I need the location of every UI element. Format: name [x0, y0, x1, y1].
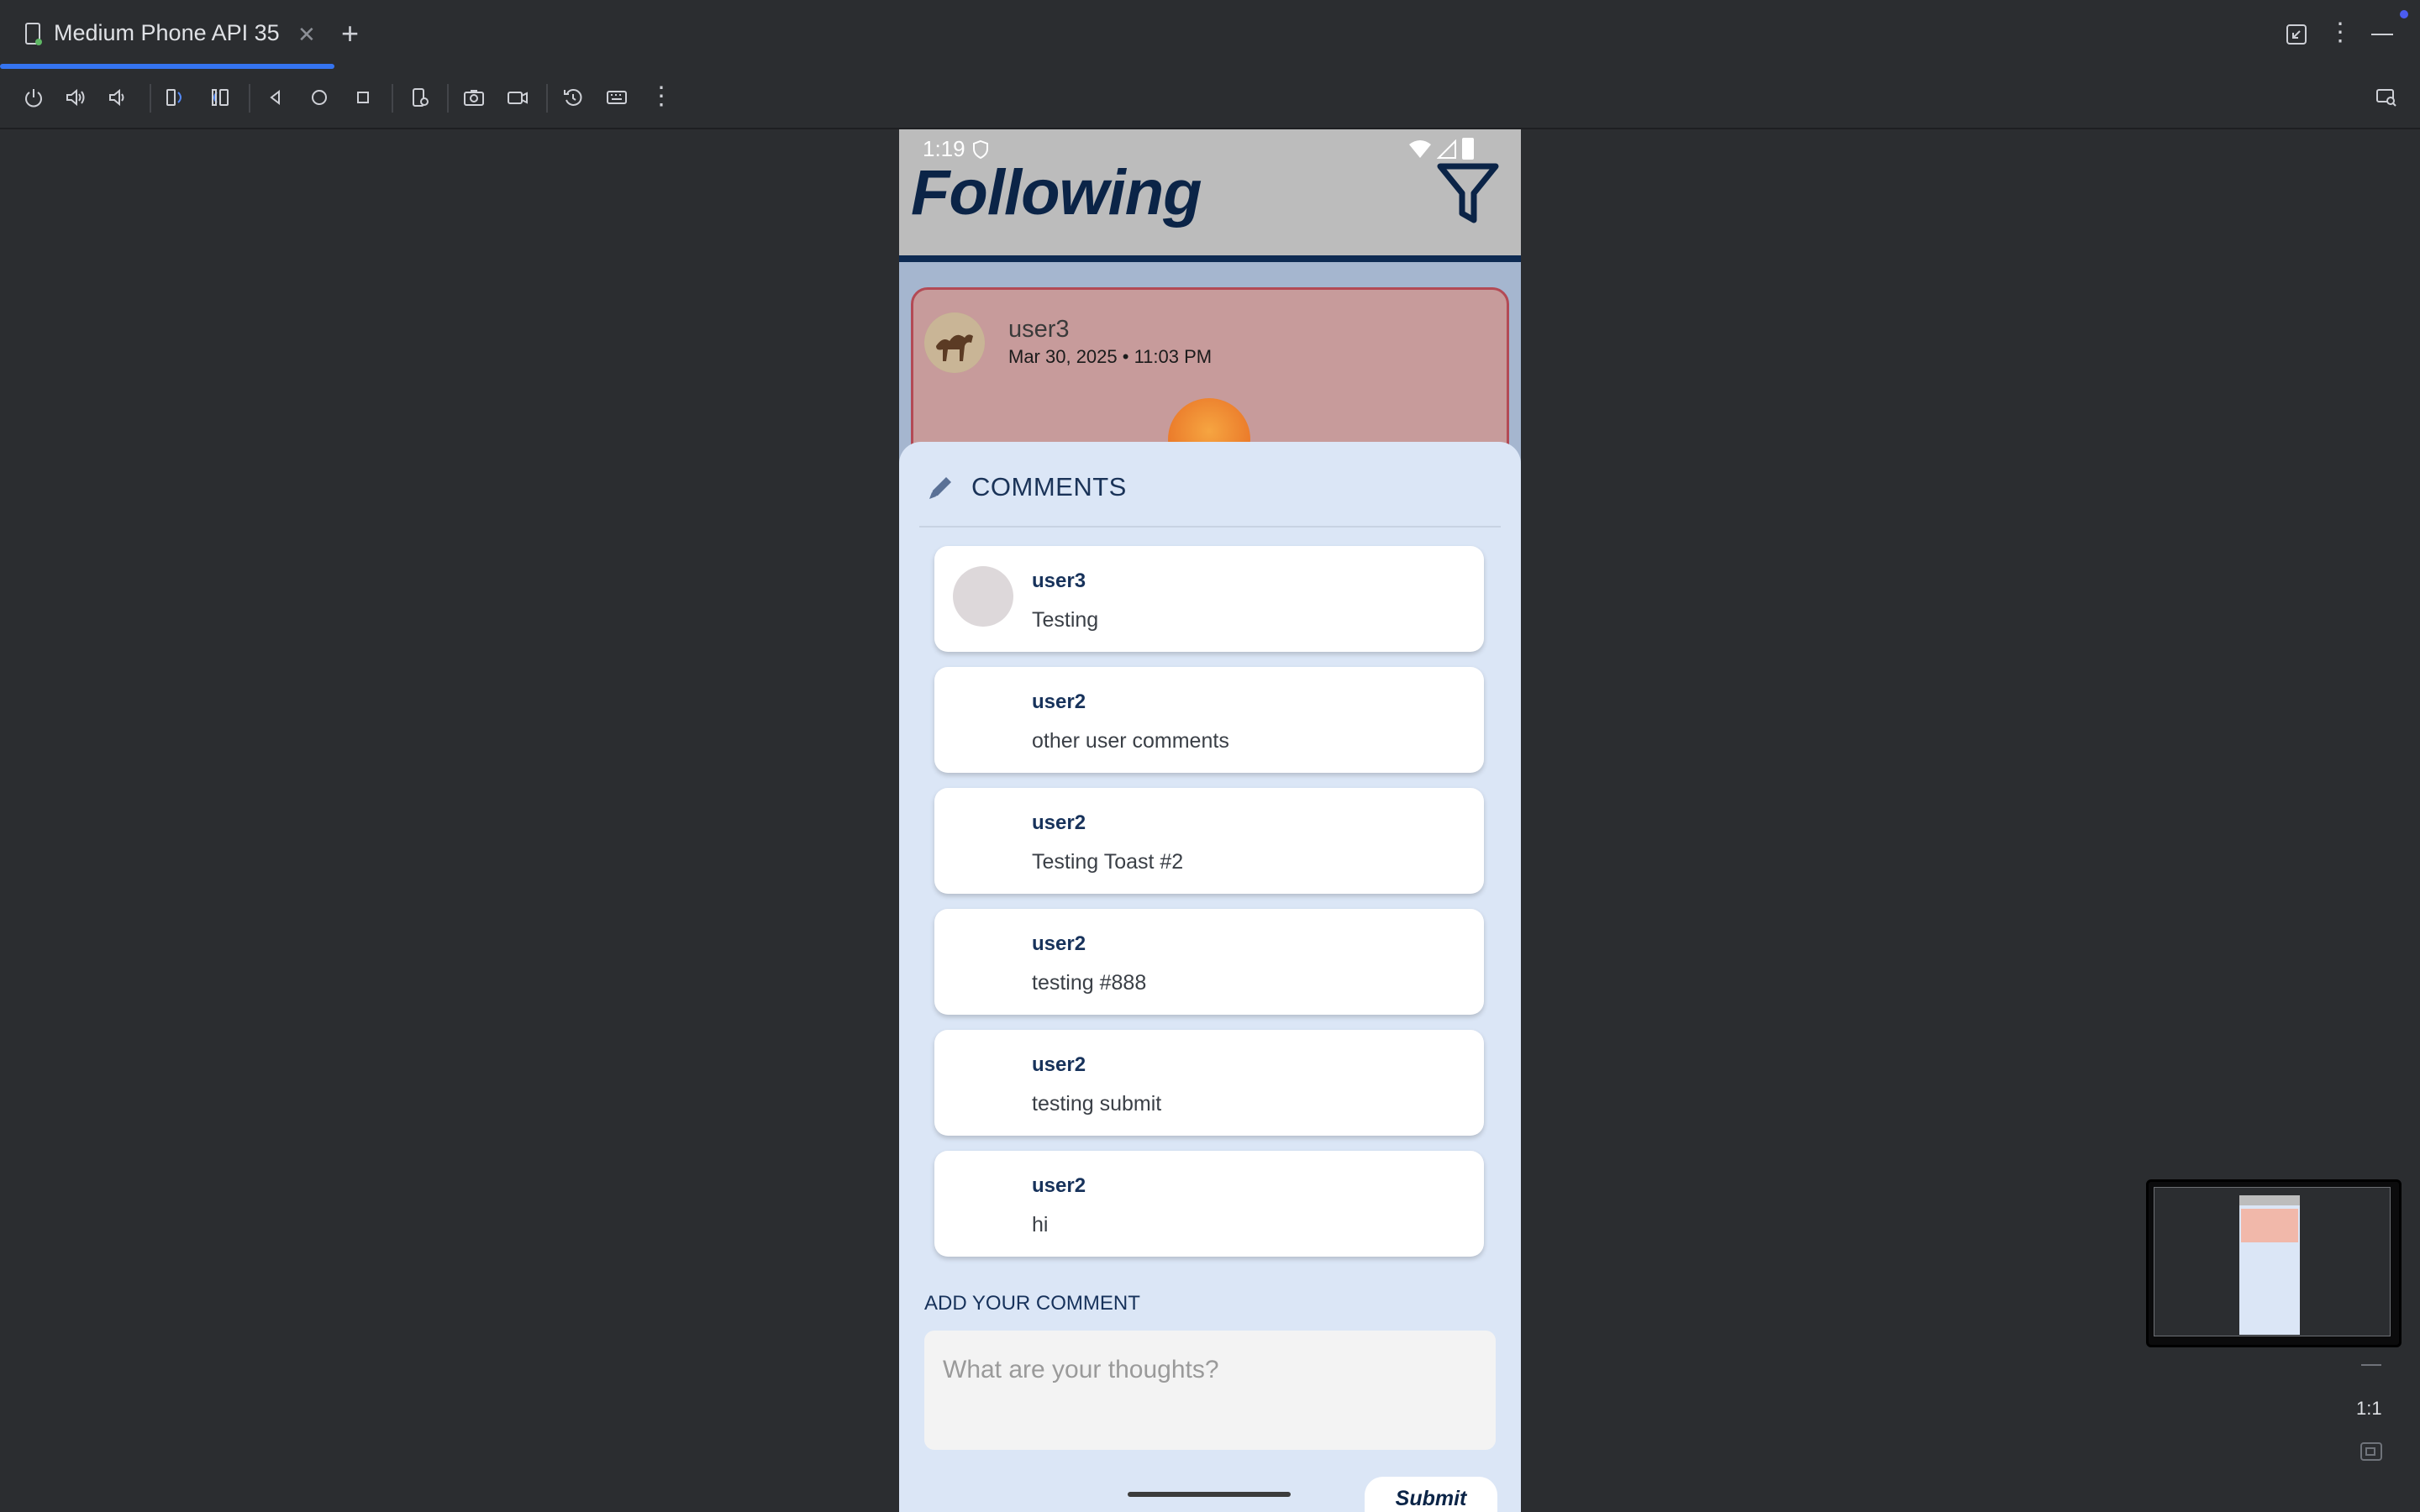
toolbar-separator — [392, 84, 393, 113]
comment-text: other user comments — [1032, 729, 1229, 753]
toolbar-separator — [150, 84, 151, 113]
device-settings-icon[interactable] — [403, 81, 437, 114]
comment-avatar[interactable] — [953, 566, 1013, 627]
post-avatar[interactable] — [924, 312, 985, 373]
power-icon[interactable] — [17, 81, 50, 114]
minimize-icon[interactable] — [2371, 34, 2393, 35]
pencil-icon — [924, 470, 958, 504]
video-record-icon[interactable] — [501, 81, 534, 114]
rotate-left-icon[interactable] — [158, 81, 192, 114]
fit-screen-icon[interactable] — [2360, 1441, 2383, 1462]
comment-username[interactable]: user2 — [1032, 690, 1086, 714]
home-icon[interactable] — [302, 81, 336, 114]
more-vertical-icon[interactable]: ⋮ — [2328, 20, 2353, 45]
comments-divider — [919, 526, 1501, 528]
tab-medium-phone[interactable]: Medium Phone API 35 ✕ — [0, 0, 334, 69]
comment-text: Testing — [1032, 608, 1099, 632]
device-icon — [24, 22, 44, 47]
submit-button[interactable]: Submit — [1365, 1477, 1497, 1512]
volume-up-icon[interactable] — [59, 81, 92, 114]
more-actions-icon[interactable]: ⋮ — [649, 84, 674, 109]
inspect-screen-icon[interactable] — [2370, 81, 2403, 114]
wifi-icon — [1408, 139, 1432, 160]
zoom-out-icon[interactable] — [2361, 1364, 2381, 1366]
comment-username[interactable]: user2 — [1032, 811, 1086, 835]
volume-down-icon[interactable] — [101, 81, 134, 114]
comment-text: testing submit — [1032, 1092, 1162, 1116]
new-tab-icon[interactable]: + — [341, 18, 359, 49]
overview-icon[interactable] — [346, 81, 380, 114]
comment-card — [934, 667, 1484, 773]
minimap-phone — [2239, 1195, 2300, 1335]
zoom-ratio[interactable]: 1:1 — [2356, 1398, 2382, 1420]
toolbar-separator — [249, 84, 250, 113]
comment-card — [934, 788, 1484, 894]
comment-card — [934, 1030, 1484, 1136]
comment-username[interactable]: user2 — [1032, 1053, 1086, 1077]
comment-username[interactable]: user3 — [1032, 570, 1086, 593]
toolbar-separator — [447, 84, 449, 113]
comment-text: testing #888 — [1032, 971, 1147, 995]
keyboard-icon[interactable] — [600, 81, 634, 114]
add-comment-label: ADD YOUR COMMENT — [924, 1292, 1140, 1315]
rotate-right-icon[interactable] — [203, 81, 237, 114]
device-minimap[interactable] — [2146, 1179, 2402, 1347]
collapse-icon[interactable] — [2284, 22, 2309, 47]
battery-icon — [1462, 138, 1474, 160]
comments-title: COMMENTS — [971, 472, 1127, 501]
comment-card — [934, 546, 1484, 652]
close-tab-icon[interactable]: ✕ — [297, 24, 316, 45]
post-date: Mar 30, 2025 • 11:03 PM — [1008, 346, 1213, 367]
comment-card — [934, 1151, 1484, 1257]
zoom-controls: 1:1 — [2349, 1344, 2393, 1512]
back-icon[interactable] — [259, 81, 292, 114]
tab-title: Medium Phone API 35 — [54, 20, 280, 45]
comment-text: hi — [1032, 1213, 1049, 1236]
comment-input[interactable] — [924, 1331, 1496, 1450]
phone-screen[interactable]: 1:19 Following user3 Mar 30, 2025 • 11:0… — [899, 129, 1521, 1512]
signal-icon — [1436, 139, 1457, 160]
tab-bar — [0, 0, 2420, 71]
notification-dot — [2400, 10, 2408, 18]
comment-username[interactable]: user2 — [1032, 1174, 1086, 1198]
comment-card — [934, 909, 1484, 1015]
filter-icon[interactable] — [1435, 160, 1501, 228]
camera-icon[interactable] — [457, 81, 491, 114]
page-title: Following — [911, 157, 1202, 228]
comment-text: Testing Toast #2 — [1032, 850, 1184, 874]
gesture-home-bar[interactable] — [1128, 1492, 1291, 1497]
comment-username[interactable]: user2 — [1032, 932, 1086, 956]
toolbar-separator — [546, 84, 548, 113]
snapshot-restore-icon[interactable] — [556, 81, 590, 114]
post-username[interactable]: user3 — [1008, 316, 1070, 344]
